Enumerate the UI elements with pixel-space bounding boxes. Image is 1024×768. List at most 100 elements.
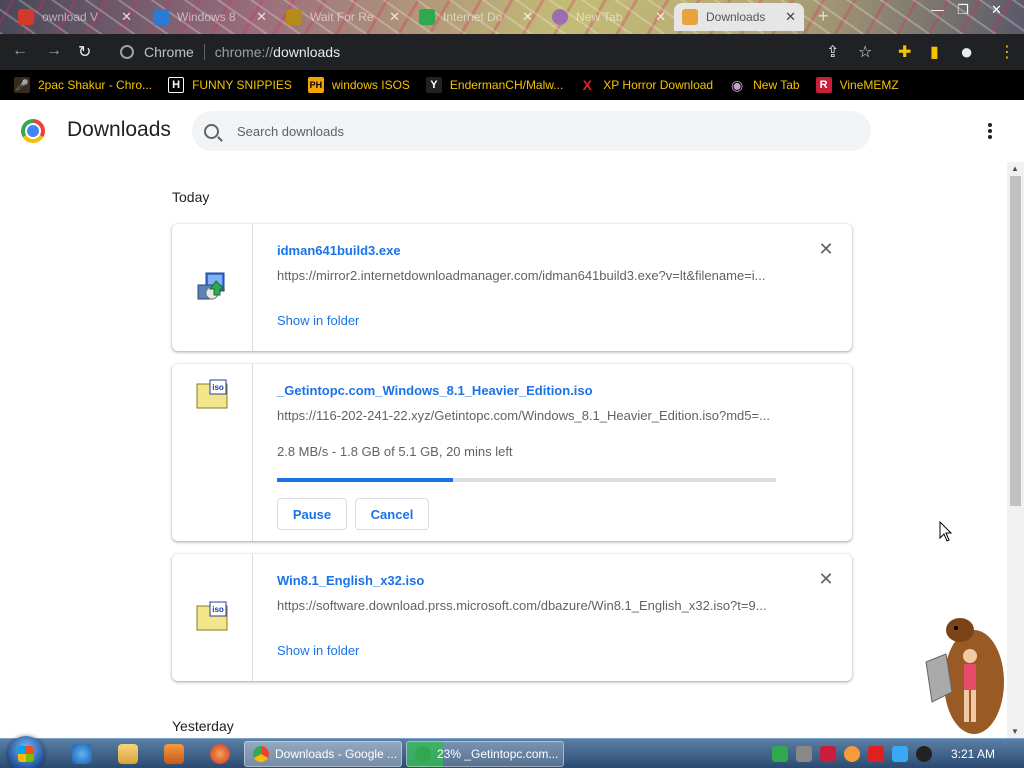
iso-file-icon: iso <box>196 601 228 631</box>
tray-volume-icon[interactable] <box>916 746 932 762</box>
file-name-link[interactable]: _Getintopc.com_Windows_8.1_Heavier_Editi… <box>277 383 593 398</box>
download-item: iso Win8.1_English_x32.iso ✕ https://sof… <box>172 554 852 681</box>
new-tab-button[interactable]: + <box>818 6 829 27</box>
mouse-cursor-icon <box>939 521 953 542</box>
idm-icon <box>415 746 431 762</box>
minimize-button[interactable]: — <box>931 2 944 17</box>
show-in-folder-link[interactable]: Show in folder <box>277 313 359 328</box>
tray-app-icon[interactable] <box>796 746 812 762</box>
bookmarks-bar: 🎤 2pac Shakur - Chro... H FUNNY SNIPPIES… <box>0 70 1024 100</box>
tab-downloads[interactable]: Downloads ✕ <box>674 3 804 31</box>
tab-1[interactable]: ownload V ✕ <box>10 3 140 31</box>
search-box[interactable] <box>192 111 871 151</box>
file-icon-column: iso <box>172 364 253 541</box>
bookmark-label: New Tab <box>753 78 800 92</box>
bookmark-item[interactable]: Y EndermanCH/Malw... <box>425 77 563 93</box>
bookmark-item[interactable]: ◉ New Tab <box>729 77 800 93</box>
windows-taskbar: Downloads - Google ... 23% _Getintopc.co… <box>0 736 1024 768</box>
bookmark-item[interactable]: H FUNNY SNIPPIES <box>168 77 292 93</box>
start-button[interactable] <box>8 736 44 768</box>
side-panel-icon[interactable]: ▮ <box>930 42 939 62</box>
section-yesterday: Yesterday <box>172 718 234 734</box>
close-icon[interactable]: ✕ <box>655 9 666 25</box>
cancel-button[interactable]: Cancel <box>355 498 429 530</box>
remove-icon[interactable]: ✕ <box>818 240 834 258</box>
scroll-up-arrow[interactable]: ▲ <box>1011 164 1019 173</box>
firefox-icon[interactable] <box>210 744 230 764</box>
bookmark-item[interactable]: PH windows ISOS <box>307 77 410 93</box>
bookmark-icon: X <box>579 77 596 93</box>
internet-explorer-icon[interactable] <box>72 744 92 764</box>
site-chip: Chrome <box>144 44 205 60</box>
show-in-folder-link[interactable]: Show in folder <box>277 643 359 658</box>
more-actions-button[interactable] <box>985 120 995 142</box>
chrome-menu-button[interactable]: ⋮ <box>999 42 1015 62</box>
extensions-icon[interactable]: ✚ <box>898 42 911 62</box>
search-input[interactable] <box>237 123 797 139</box>
file-url: https://116-202-241-22.xyz/Getintopc.com… <box>277 408 770 423</box>
new-tab-icon <box>552 9 568 25</box>
tab-label: Downloads <box>706 10 766 24</box>
pause-button[interactable]: Pause <box>277 498 347 530</box>
chrome-logo-icon <box>21 119 45 143</box>
bookmark-item[interactable]: X XP Horror Download <box>579 77 713 93</box>
file-name-link[interactable]: Win8.1_English_x32.iso <box>277 573 424 588</box>
bookmark-label: windows ISOS <box>331 78 410 92</box>
close-icon[interactable]: ✕ <box>389 9 400 25</box>
back-button[interactable]: ← <box>12 42 28 60</box>
share-icon[interactable]: ⇪ <box>826 42 839 62</box>
file-explorer-icon[interactable] <box>118 744 138 764</box>
remove-icon[interactable]: ✕ <box>818 570 834 588</box>
media-player-icon[interactable] <box>164 744 184 764</box>
browser-toolbar: ← → ↻ Chrome chrome:// downloads ⇪ ☆ ✚ ▮… <box>0 34 1024 70</box>
menu-dot <box>988 129 992 133</box>
tray-idm-icon[interactable] <box>772 746 788 762</box>
maximize-button[interactable]: ❐ <box>957 2 969 18</box>
scroll-down-arrow[interactable]: ▼ <box>1011 727 1019 736</box>
chrome-icon <box>253 746 269 762</box>
tab-3[interactable]: Wait For Re ✕ <box>278 3 408 31</box>
file-name-link[interactable]: idman641build3.exe <box>277 243 401 258</box>
tray-network-icon[interactable] <box>892 746 908 762</box>
reload-button[interactable]: ↻ <box>78 42 91 62</box>
file-icon-column <box>172 224 253 351</box>
tray-app-icon[interactable] <box>844 746 860 762</box>
task-label: Downloads - Google ... <box>275 747 398 761</box>
task-label: 23% _Getintopc.com... <box>437 747 559 761</box>
bookmark-icon: PH <box>307 77 324 93</box>
forward-button[interactable]: → <box>46 42 62 60</box>
bookmark-icon: H <box>168 77 185 93</box>
address-bar[interactable]: Chrome chrome:// downloads <box>110 38 890 66</box>
tray-app-icon[interactable] <box>820 746 836 762</box>
tray-flag-icon[interactable] <box>868 746 884 762</box>
tab-5[interactable]: New Tab ✕ <box>544 3 674 31</box>
profile-avatar-icon[interactable]: ● <box>960 39 973 65</box>
taskbar-idm-download[interactable]: 23% _Getintopc.com... <box>406 741 564 767</box>
tab-label: Internet Do <box>443 10 503 24</box>
installer-icon <box>197 272 226 300</box>
close-icon[interactable]: ✕ <box>121 9 132 25</box>
file-url: https://software.download.prss.microsoft… <box>277 598 767 613</box>
tab-4[interactable]: Internet Do ✕ <box>411 3 541 31</box>
bookmark-label: XP Horror Download <box>603 78 714 92</box>
close-icon[interactable]: ✕ <box>522 9 533 25</box>
tab-2[interactable]: Windows 8 ✕ <box>145 3 275 31</box>
close-icon[interactable]: ✕ <box>256 9 267 25</box>
chrome-site-icon <box>120 45 134 59</box>
section-today: Today <box>172 189 210 205</box>
tab-label: Windows 8 <box>177 10 236 24</box>
scrollbar-thumb[interactable] <box>1010 176 1021 506</box>
bookmark-item[interactable]: R VineMEMZ <box>815 77 899 93</box>
bookmark-icon: R <box>815 77 832 93</box>
bookmark-item[interactable]: 🎤 2pac Shakur - Chro... <box>14 77 152 93</box>
taskbar-chrome-downloads[interactable]: Downloads - Google ... <box>244 741 402 767</box>
bookmark-star-icon[interactable]: ☆ <box>858 42 872 62</box>
site-icon <box>153 9 169 25</box>
vertical-scrollbar[interactable]: ▲ ▼ <box>1007 162 1024 738</box>
close-window-button[interactable]: ✕ <box>991 2 1002 18</box>
close-icon[interactable]: ✕ <box>785 9 796 25</box>
url-scheme: chrome:// <box>214 44 274 60</box>
tab-label: ownload V <box>42 10 99 24</box>
file-url: https://mirror2.internetdownloadmanager.… <box>277 268 766 283</box>
menu-dot <box>988 123 992 127</box>
